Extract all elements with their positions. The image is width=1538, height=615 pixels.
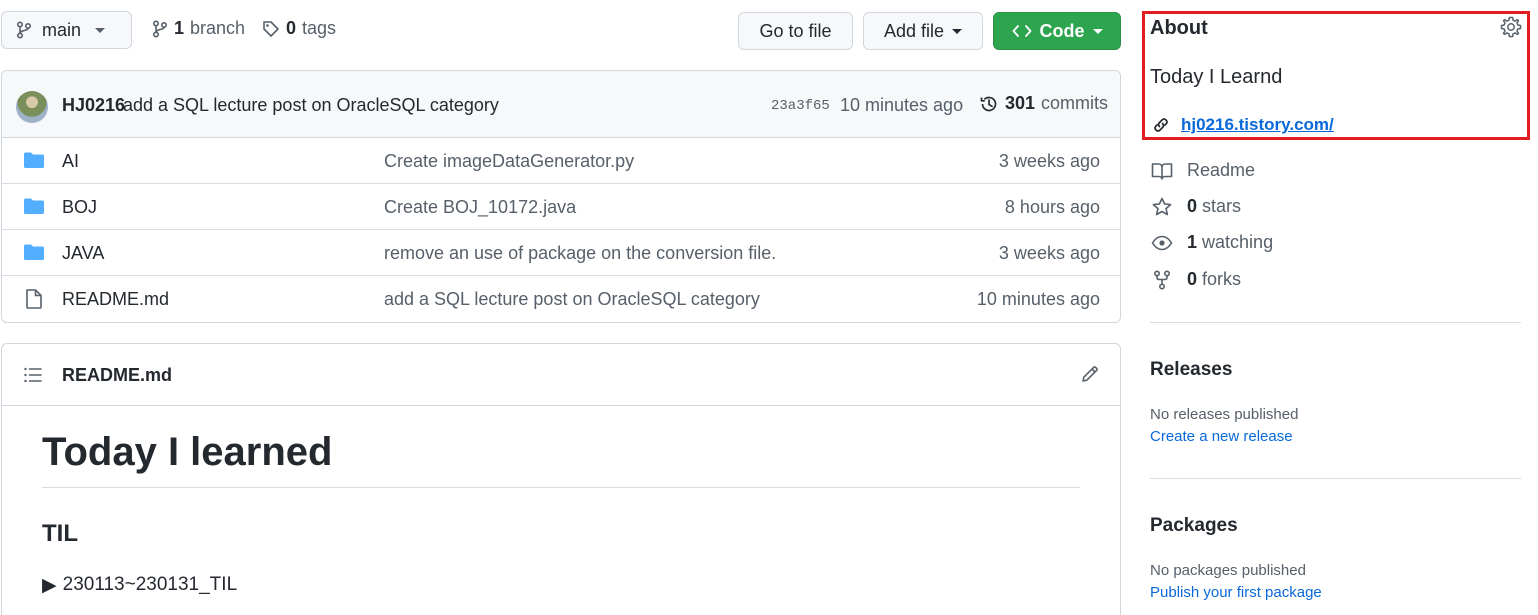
readme-filename[interactable]: README.md (62, 365, 172, 386)
code-icon (1012, 23, 1032, 39)
readme-link[interactable]: Readme (1151, 160, 1255, 181)
readme-link-label: Readme (1187, 160, 1256, 180)
code-button[interactable]: Code (993, 12, 1121, 50)
publish-package-link[interactable]: Publish your first package (1150, 584, 1322, 601)
file-age: 3 weeks ago (998, 243, 1100, 263)
forks-count: 0 (1187, 269, 1198, 289)
file-age: 8 hours ago (1004, 197, 1100, 217)
stars-label: stars (1202, 196, 1242, 216)
commit-sha[interactable]: 23a3f65 (771, 98, 830, 114)
commit-count-label: commits (1041, 93, 1109, 113)
commit-count: 301 (1005, 93, 1036, 113)
file-name[interactable]: BOJ (62, 197, 97, 218)
file-icon (23, 289, 45, 309)
file-commit-message[interactable]: add a SQL lecture post on OracleSQL cate… (384, 289, 760, 310)
readme-content: Today I learned TIL ▶ 230113~230131_TIL (42, 406, 1080, 597)
git-branch-icon (152, 19, 168, 38)
file-name[interactable]: README.md (62, 289, 169, 310)
website-link[interactable]: hj0216.tistory.com/ (1151, 115, 1334, 135)
about-heading: About (1150, 17, 1208, 39)
watching-link[interactable]: 1 watching (1151, 232, 1273, 253)
git-branch-icon (16, 21, 32, 39)
forks-link[interactable]: 0 forks (1151, 269, 1241, 290)
add-file-label: Add file (883, 20, 945, 41)
branch-count-label: branch (190, 18, 246, 38)
chevron-down-icon (1092, 28, 1103, 34)
repo-forked-icon (1151, 269, 1173, 290)
star-icon (1151, 197, 1173, 217)
forks-label: forks (1202, 269, 1242, 289)
book-icon (1151, 161, 1173, 181)
avatar[interactable] (16, 91, 48, 123)
commit-message[interactable]: add a SQL lecture post on OracleSQL cate… (123, 95, 499, 116)
tags-count-link[interactable]: 0 tags (262, 18, 336, 39)
branch-count-link[interactable]: 1 branch (152, 18, 245, 39)
readme-panel: README.md Today I learned TIL ▶ 230113~2… (1, 343, 1121, 615)
readme-heading-1: Today I learned (42, 430, 1080, 488)
packages-heading[interactable]: Packages (1150, 515, 1238, 537)
file-commit-message[interactable]: Create BOJ_10172.java (384, 197, 576, 218)
link-icon (1151, 115, 1171, 135)
branch-count: 1 (174, 18, 185, 38)
folder-icon (23, 151, 45, 169)
gear-icon[interactable] (1500, 16, 1522, 38)
releases-heading[interactable]: Releases (1150, 359, 1232, 381)
sidebar-divider (1150, 322, 1521, 323)
about-description: Today I Learnd (1150, 66, 1283, 88)
file-row[interactable]: AI Create imageDataGenerator.py 3 weeks … (2, 138, 1120, 184)
commit-time: 10 minutes ago (840, 95, 964, 115)
chevron-down-icon (95, 27, 106, 33)
file-age: 10 minutes ago (976, 289, 1100, 309)
folder-icon (23, 243, 45, 261)
file-name[interactable]: AI (62, 151, 79, 172)
branch-select-button[interactable]: main (1, 11, 132, 49)
code-label: Code (1039, 20, 1085, 41)
releases-empty-text: No releases published (1150, 406, 1299, 423)
create-release-link[interactable]: Create a new release (1150, 428, 1293, 445)
history-icon (979, 94, 999, 114)
website-link-label: hj0216.tistory.com/ (1181, 115, 1334, 134)
chevron-down-icon (952, 28, 963, 34)
list-unordered-icon[interactable] (23, 366, 43, 384)
packages-empty-text: No packages published (1150, 562, 1306, 579)
commits-link[interactable]: 301 commits (979, 93, 1108, 114)
stars-count: 0 (1187, 196, 1198, 216)
stars-link[interactable]: 0 stars (1151, 196, 1241, 217)
file-commit-message[interactable]: remove an use of package on the conversi… (384, 243, 776, 264)
tag-icon (262, 20, 280, 38)
eye-icon (1151, 233, 1173, 253)
readme-heading-2: TIL (42, 520, 78, 547)
add-file-button[interactable]: Add file (863, 12, 983, 50)
file-browser: HJ0216 add a SQL lecture post on OracleS… (1, 70, 1121, 323)
file-row[interactable]: JAVA remove an use of package on the con… (2, 230, 1120, 276)
branch-select-label: main (42, 19, 82, 40)
details-summary[interactable]: ▶ 230113~230131_TIL (42, 574, 1080, 597)
tag-count-label: tags (302, 18, 337, 38)
disclosure-triangle-icon: ▶ (42, 575, 57, 596)
file-age: 3 weeks ago (998, 151, 1100, 171)
latest-commit-bar: HJ0216 add a SQL lecture post on OracleS… (2, 71, 1120, 138)
file-row[interactable]: BOJ Create BOJ_10172.java 8 hours ago (2, 184, 1120, 230)
file-name[interactable]: JAVA (62, 243, 104, 264)
readme-header: README.md (2, 344, 1120, 406)
details-summary-label: 230113~230131_TIL (62, 574, 238, 595)
commit-author[interactable]: HJ0216 (62, 95, 125, 116)
tag-count: 0 (286, 18, 297, 38)
file-row[interactable]: README.md add a SQL lecture post on Orac… (2, 276, 1120, 322)
file-commit-message[interactable]: Create imageDataGenerator.py (384, 151, 634, 172)
watching-label: watching (1202, 232, 1274, 252)
pencil-icon[interactable] (1080, 364, 1100, 384)
go-to-file-button[interactable]: Go to file (738, 12, 853, 50)
watching-count: 1 (1187, 232, 1198, 252)
folder-icon (23, 197, 45, 215)
sidebar-divider (1150, 478, 1521, 479)
